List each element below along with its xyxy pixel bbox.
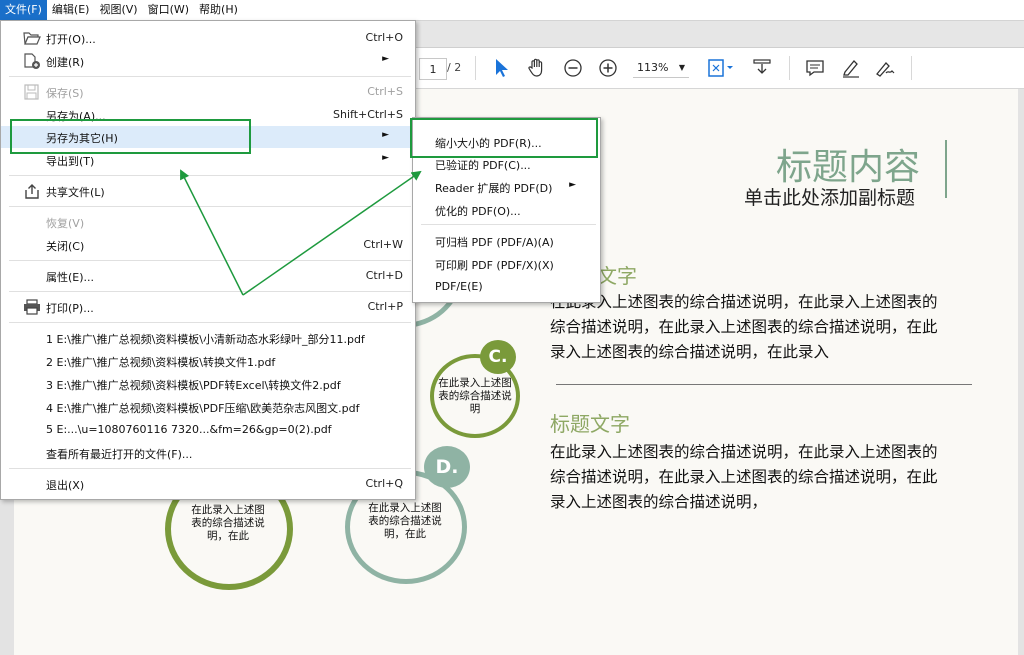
arrow-to-reduced-size	[242, 170, 422, 296]
annotation-arrows	[180, 169, 422, 296]
arrow-to-save-as-other	[180, 169, 244, 296]
